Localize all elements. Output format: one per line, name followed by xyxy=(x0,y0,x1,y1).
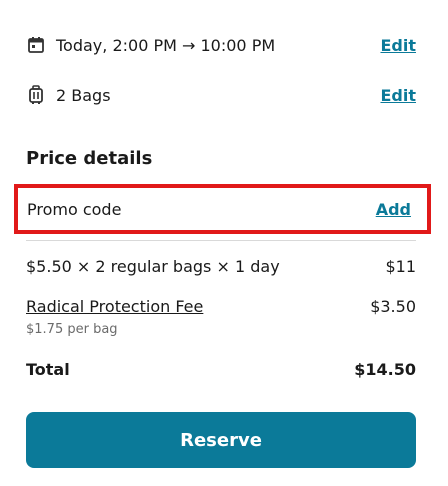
add-promo-link[interactable]: Add xyxy=(376,200,411,219)
protection-fee-note: $1.75 per bag xyxy=(26,322,118,337)
edit-time-link[interactable]: Edit xyxy=(380,36,416,55)
promo-code-row: Promo code Add xyxy=(14,184,431,234)
protection-fee-link[interactable]: Radical Protection Fee xyxy=(26,297,203,316)
time-range: Today, 2:00 PM → 10:00 PM xyxy=(56,35,276,55)
reserve-button[interactable]: Reserve xyxy=(26,412,416,468)
calendar-icon xyxy=(26,35,46,55)
edit-bags-link[interactable]: Edit xyxy=(380,86,416,105)
total-label: Total xyxy=(26,359,70,379)
line-item-bags-label: $5.50 × 2 regular bags × 1 day xyxy=(26,256,280,276)
protection-fee-amount: $3.50 xyxy=(370,296,416,316)
total-amount: $14.50 xyxy=(354,359,416,379)
promo-code-label: Promo code xyxy=(27,199,122,219)
bags-info: 2 Bags xyxy=(26,85,111,105)
line-item-bags-amount: $11 xyxy=(385,256,416,276)
bag-count: 2 Bags xyxy=(56,85,111,105)
line-item-protection: Radical Protection Fee $3.50 xyxy=(26,294,416,318)
bags-row: 2 Bags Edit xyxy=(26,82,416,108)
luggage-icon xyxy=(26,85,46,105)
total-row: Total $14.50 xyxy=(26,356,416,382)
divider xyxy=(26,240,416,241)
line-item-bags: $5.50 × 2 regular bags × 1 day $11 xyxy=(26,254,416,278)
time-row: Today, 2:00 PM → 10:00 PM Edit xyxy=(26,32,416,58)
price-details-heading: Price details xyxy=(26,148,153,169)
time-info: Today, 2:00 PM → 10:00 PM xyxy=(26,35,275,55)
